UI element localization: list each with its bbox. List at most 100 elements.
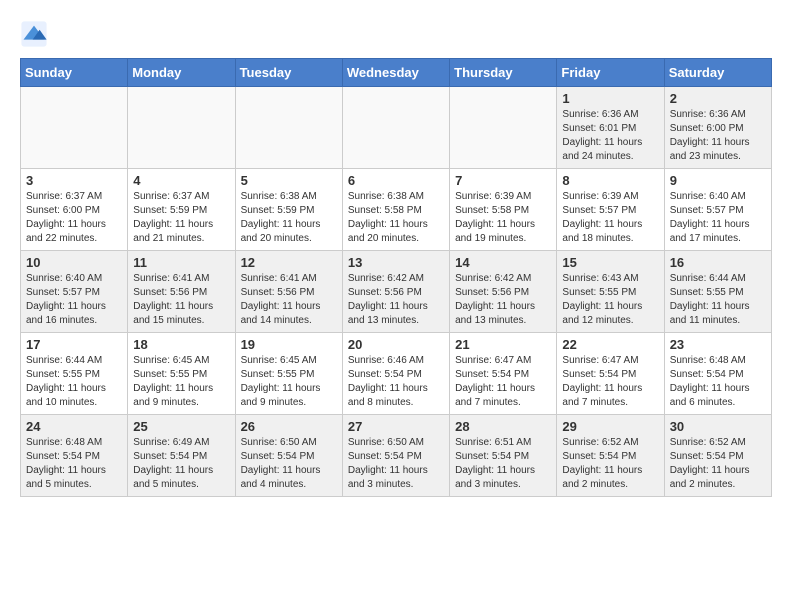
calendar-cell: 11 Sunrise: 6:41 AM Sunset: 5:56 PM Dayli… <box>128 251 235 333</box>
day-number: 17 <box>26 337 122 352</box>
calendar-cell: 3Sunrise: 6:37 AM Sunset: 6:00 PM Daylig… <box>21 169 128 251</box>
day-number: 16 <box>670 255 766 270</box>
day-number: 19 <box>241 337 337 352</box>
calendar-cell: 12 Sunrise: 6:41 AM Sunset: 5:56 PM Dayli… <box>235 251 342 333</box>
calendar-week-row: 24Sunrise: 6:48 AM Sunset: 5:54 PM Dayli… <box>21 415 772 497</box>
calendar-cell: 6 Sunrise: 6:38 AM Sunset: 5:58 PM Daylig… <box>342 169 449 251</box>
calendar-day-header: Saturday <box>664 59 771 87</box>
day-info: Sunrise: 6:38 AM Sunset: 5:58 PM Dayligh… <box>348 190 444 246</box>
day-info: Sunrise: 6:41 AM Sunset: 5:56 PM Dayligh… <box>241 272 337 328</box>
day-number: 15 <box>562 255 658 270</box>
day-info: Sunrise: 6:37 AM Sunset: 5:59 PM Dayligh… <box>133 190 229 246</box>
calendar-week-row: 3Sunrise: 6:37 AM Sunset: 6:00 PM Daylig… <box>21 169 772 251</box>
calendar-cell: 10 Sunrise: 6:40 AM Sunset: 5:57 PM Dayli… <box>21 251 128 333</box>
calendar-header-row: SundayMondayTuesdayWednesdayThursdayFrid… <box>21 59 772 87</box>
day-number: 13 <box>348 255 444 270</box>
day-info: Sunrise: 6:46 AM Sunset: 5:54 PM Dayligh… <box>348 354 444 410</box>
day-info: Sunrise: 6:39 AM Sunset: 5:57 PM Dayligh… <box>562 190 658 246</box>
calendar-cell: 4 Sunrise: 6:37 AM Sunset: 5:59 PM Daylig… <box>128 169 235 251</box>
day-info: Sunrise: 6:40 AM Sunset: 5:57 PM Dayligh… <box>670 190 766 246</box>
day-info: Sunrise: 6:48 AM Sunset: 5:54 PM Dayligh… <box>26 436 122 492</box>
calendar-table: SundayMondayTuesdayWednesdayThursdayFrid… <box>20 58 772 497</box>
calendar-day-header: Sunday <box>21 59 128 87</box>
calendar-cell: 18 Sunrise: 6:45 AM Sunset: 5:55 PM Dayli… <box>128 333 235 415</box>
calendar-cell: 17 Sunrise: 6:44 AM Sunset: 5:55 PM Dayli… <box>21 333 128 415</box>
logo-icon <box>20 20 48 48</box>
calendar-cell: 16Sunrise: 6:44 AM Sunset: 5:55 PM Dayli… <box>664 251 771 333</box>
day-number: 5 <box>241 173 337 188</box>
day-info: Sunrise: 6:42 AM Sunset: 5:56 PM Dayligh… <box>348 272 444 328</box>
day-info: Sunrise: 6:52 AM Sunset: 5:54 PM Dayligh… <box>562 436 658 492</box>
calendar-cell: 14 Sunrise: 6:42 AM Sunset: 5:56 PM Dayli… <box>450 251 557 333</box>
calendar-cell: 26 Sunrise: 6:50 AM Sunset: 5:54 PM Dayli… <box>235 415 342 497</box>
calendar-cell: 9 Sunrise: 6:40 AM Sunset: 5:57 PM Daylig… <box>664 169 771 251</box>
calendar-cell: 13 Sunrise: 6:42 AM Sunset: 5:56 PM Dayli… <box>342 251 449 333</box>
calendar-cell: 19 Sunrise: 6:45 AM Sunset: 5:55 PM Dayli… <box>235 333 342 415</box>
calendar-cell <box>235 87 342 169</box>
calendar-cell: 28 Sunrise: 6:51 AM Sunset: 5:54 PM Dayli… <box>450 415 557 497</box>
calendar-cell: 27Sunrise: 6:50 AM Sunset: 5:54 PM Dayli… <box>342 415 449 497</box>
day-info: Sunrise: 6:49 AM Sunset: 5:54 PM Dayligh… <box>133 436 229 492</box>
calendar-week-row: 17 Sunrise: 6:44 AM Sunset: 5:55 PM Dayli… <box>21 333 772 415</box>
day-number: 6 <box>348 173 444 188</box>
day-info: Sunrise: 6:47 AM Sunset: 5:54 PM Dayligh… <box>562 354 658 410</box>
day-info: Sunrise: 6:38 AM Sunset: 5:59 PM Dayligh… <box>241 190 337 246</box>
day-info: Sunrise: 6:39 AM Sunset: 5:58 PM Dayligh… <box>455 190 551 246</box>
day-info: Sunrise: 6:51 AM Sunset: 5:54 PM Dayligh… <box>455 436 551 492</box>
day-number: 27 <box>348 419 444 434</box>
logo <box>20 20 52 48</box>
day-number: 1 <box>562 91 658 106</box>
day-number: 25 <box>133 419 229 434</box>
day-info: Sunrise: 6:45 AM Sunset: 5:55 PM Dayligh… <box>241 354 337 410</box>
calendar-cell: 20 Sunrise: 6:46 AM Sunset: 5:54 PM Dayli… <box>342 333 449 415</box>
day-number: 4 <box>133 173 229 188</box>
calendar-day-header: Friday <box>557 59 664 87</box>
day-info: Sunrise: 6:36 AM Sunset: 6:00 PM Dayligh… <box>670 108 766 164</box>
calendar-cell: 30 Sunrise: 6:52 AM Sunset: 5:54 PM Dayli… <box>664 415 771 497</box>
calendar-week-row: 10 Sunrise: 6:40 AM Sunset: 5:57 PM Dayli… <box>21 251 772 333</box>
day-number: 10 <box>26 255 122 270</box>
day-info: Sunrise: 6:44 AM Sunset: 5:55 PM Dayligh… <box>26 354 122 410</box>
day-number: 14 <box>455 255 551 270</box>
day-info: Sunrise: 6:42 AM Sunset: 5:56 PM Dayligh… <box>455 272 551 328</box>
calendar-cell: 7Sunrise: 6:39 AM Sunset: 5:58 PM Daylig… <box>450 169 557 251</box>
calendar-cell <box>21 87 128 169</box>
day-number: 12 <box>241 255 337 270</box>
day-number: 9 <box>670 173 766 188</box>
calendar-cell <box>342 87 449 169</box>
calendar-cell: 21 Sunrise: 6:47 AM Sunset: 5:54 PM Dayli… <box>450 333 557 415</box>
calendar-day-header: Thursday <box>450 59 557 87</box>
day-number: 21 <box>455 337 551 352</box>
day-info: Sunrise: 6:36 AM Sunset: 6:01 PM Dayligh… <box>562 108 658 164</box>
day-info: Sunrise: 6:45 AM Sunset: 5:55 PM Dayligh… <box>133 354 229 410</box>
day-number: 28 <box>455 419 551 434</box>
calendar-cell: 5 Sunrise: 6:38 AM Sunset: 5:59 PM Daylig… <box>235 169 342 251</box>
calendar-cell: 15 Sunrise: 6:43 AM Sunset: 5:55 PM Dayli… <box>557 251 664 333</box>
day-info: Sunrise: 6:41 AM Sunset: 5:56 PM Dayligh… <box>133 272 229 328</box>
day-number: 8 <box>562 173 658 188</box>
day-number: 2 <box>670 91 766 106</box>
day-info: Sunrise: 6:40 AM Sunset: 5:57 PM Dayligh… <box>26 272 122 328</box>
calendar-cell <box>450 87 557 169</box>
calendar-cell: 29Sunrise: 6:52 AM Sunset: 5:54 PM Dayli… <box>557 415 664 497</box>
calendar-cell: 8 Sunrise: 6:39 AM Sunset: 5:57 PM Daylig… <box>557 169 664 251</box>
day-number: 23 <box>670 337 766 352</box>
day-info: Sunrise: 6:47 AM Sunset: 5:54 PM Dayligh… <box>455 354 551 410</box>
day-number: 20 <box>348 337 444 352</box>
calendar-cell: 22 Sunrise: 6:47 AM Sunset: 5:54 PM Dayli… <box>557 333 664 415</box>
calendar-day-header: Monday <box>128 59 235 87</box>
day-info: Sunrise: 6:50 AM Sunset: 5:54 PM Dayligh… <box>241 436 337 492</box>
calendar-cell: 23 Sunrise: 6:48 AM Sunset: 5:54 PM Dayli… <box>664 333 771 415</box>
day-info: Sunrise: 6:52 AM Sunset: 5:54 PM Dayligh… <box>670 436 766 492</box>
day-number: 30 <box>670 419 766 434</box>
page-header <box>20 20 772 48</box>
calendar-cell <box>128 87 235 169</box>
day-info: Sunrise: 6:48 AM Sunset: 5:54 PM Dayligh… <box>670 354 766 410</box>
day-number: 11 <box>133 255 229 270</box>
day-number: 22 <box>562 337 658 352</box>
day-number: 18 <box>133 337 229 352</box>
day-info: Sunrise: 6:43 AM Sunset: 5:55 PM Dayligh… <box>562 272 658 328</box>
day-number: 3 <box>26 173 122 188</box>
day-number: 26 <box>241 419 337 434</box>
calendar-day-header: Wednesday <box>342 59 449 87</box>
